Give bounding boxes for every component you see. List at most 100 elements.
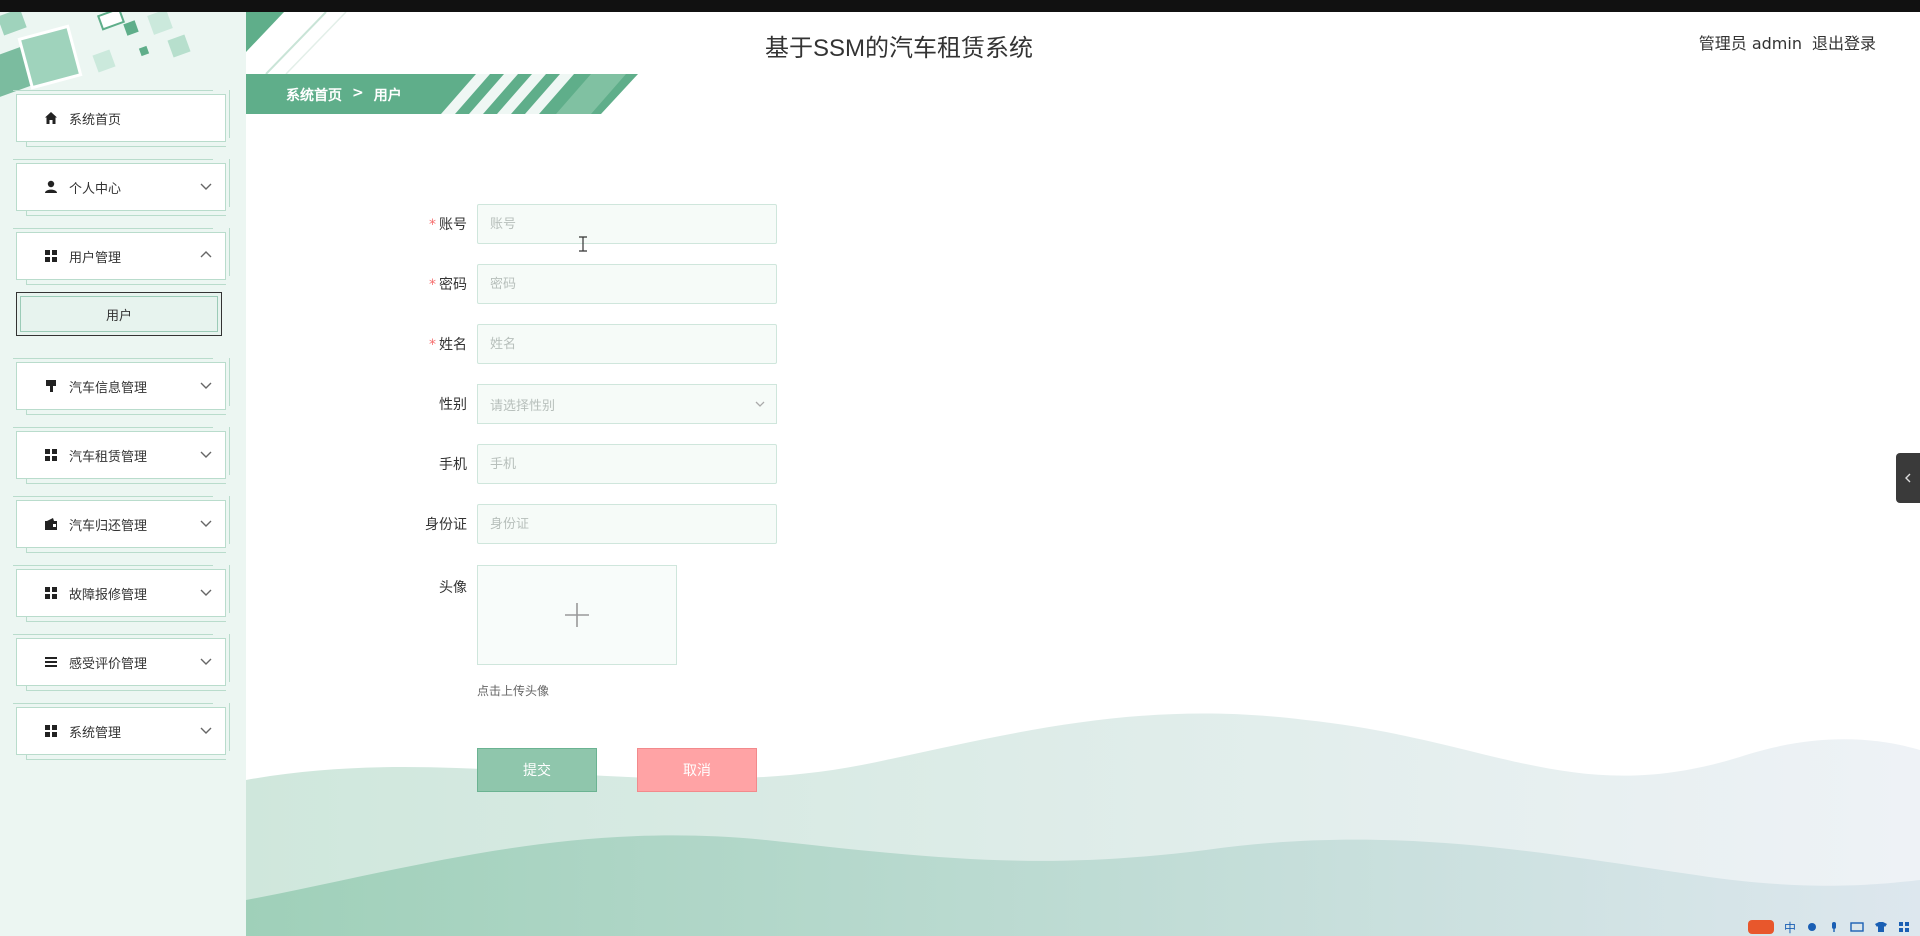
sidebar-item-home[interactable]: 系统首页	[13, 90, 230, 147]
sidebar-item-label: 汽车归还管理	[69, 518, 148, 534]
sidebar-item-home-box[interactable]: 系统首页	[13, 90, 230, 142]
sidebar-item-car-info[interactable]: 汽车信息管理	[13, 358, 230, 415]
menu-item-decor	[26, 210, 226, 216]
sidebar-item-label: 感受评价管理	[69, 656, 148, 672]
sidebar-item-feedback[interactable]: 感受评价管理	[13, 634, 230, 691]
breadcrumb-separator: >	[352, 85, 364, 101]
submenu-item-user[interactable]: 用户	[16, 292, 228, 336]
form-row-phone: 手机	[400, 444, 777, 484]
idcard-label: 身份证	[425, 517, 467, 533]
form-row-account: * 账号	[400, 204, 777, 244]
breadcrumb-items: 系统首页 > 用户	[286, 85, 402, 105]
microphone-icon[interactable]	[1828, 921, 1840, 933]
sidebar-item-car-rental-box[interactable]: 汽车租赁管理	[13, 427, 230, 479]
side-panel-toggle[interactable]	[1896, 453, 1920, 503]
sidebar-item-car-return-box[interactable]: 汽车归还管理	[13, 496, 230, 548]
name-input[interactable]	[477, 324, 777, 364]
phone-label: 手机	[439, 457, 467, 473]
menu-item-decor	[26, 141, 226, 147]
ime-mode-indicator[interactable]: 中	[1784, 919, 1796, 936]
menu-item-decor	[26, 754, 226, 760]
chevron-down-icon	[200, 382, 212, 389]
ime-logo-icon	[1748, 920, 1774, 934]
sidebar-item-system-management[interactable]: 系统管理	[13, 703, 230, 760]
grid-icon	[43, 723, 59, 739]
required-mark: *	[429, 217, 436, 233]
apps-icon[interactable]	[1898, 921, 1910, 933]
chevron-left-icon	[1905, 473, 1911, 483]
grid-icon	[43, 447, 59, 463]
sidebar-item-personal-center-box[interactable]: 个人中心	[13, 159, 230, 211]
logout-link[interactable]: 退出登录	[1812, 30, 1876, 54]
account-input[interactable]	[477, 204, 777, 244]
name-label-text: 姓名	[439, 337, 467, 353]
password-label-text: 密码	[439, 277, 467, 293]
sidebar-menu: 系统首页 个人中心 用户管理 用户 汽车信息管理 汽车租赁管理 汽车归还管理 故…	[13, 90, 230, 776]
account-label-text: 账号	[439, 217, 467, 233]
sidebar-item-label: 用户管理	[69, 250, 122, 266]
sidebar: 系统首页 个人中心 用户管理 用户 汽车信息管理 汽车租赁管理 汽车归还管理 故…	[0, 12, 246, 936]
chevron-down-icon	[755, 401, 765, 407]
idcard-input[interactable]	[477, 504, 777, 544]
sidebar-item-car-info-box[interactable]: 汽车信息管理	[13, 358, 230, 410]
sidebar-item-user-management[interactable]: 用户管理	[13, 228, 230, 285]
submenu-item-label: 用户	[105, 308, 132, 324]
screen-top-bar	[0, 0, 1920, 12]
menu-item-decor	[26, 547, 226, 553]
sidebar-item-feedback-box[interactable]: 感受评价管理	[13, 634, 230, 686]
sidebar-item-label: 汽车租赁管理	[69, 449, 148, 465]
menu-item-decor	[26, 478, 226, 484]
gender-select[interactable]: 请选择性别	[477, 384, 777, 424]
chevron-up-icon	[200, 251, 212, 258]
page-title: 基于SSM的汽车租赁系统	[764, 35, 1033, 62]
moon-icon[interactable]	[1806, 921, 1818, 933]
chevron-down-icon	[200, 183, 212, 190]
user-area: 管理员 admin 退出登录	[1699, 30, 1876, 54]
brush-icon	[43, 378, 59, 394]
grid-icon	[43, 248, 59, 264]
breadcrumb: 系统首页 > 用户	[246, 74, 638, 114]
gender-select-placeholder: 请选择性别	[490, 398, 556, 414]
upload-avatar-tip: 点击上传头像	[477, 684, 550, 698]
menu-item-decor	[26, 409, 226, 415]
sidebar-item-fault-repair-box[interactable]: 故障报修管理	[13, 565, 230, 617]
avatar-label: 头像	[439, 580, 467, 596]
sidebar-item-system-management-box[interactable]: 系统管理	[13, 703, 230, 755]
required-mark: *	[429, 337, 436, 353]
sidebar-item-fault-repair[interactable]: 故障报修管理	[13, 565, 230, 622]
gender-label: 性别	[439, 397, 467, 413]
sidebar-item-user-management-box[interactable]: 用户管理	[13, 228, 230, 280]
background-waves	[246, 713, 1920, 936]
chevron-down-icon	[200, 727, 212, 734]
menu-item-decor	[26, 685, 226, 691]
account-label: * 账号	[400, 214, 467, 234]
keyboard-icon[interactable]	[1850, 921, 1864, 933]
chevron-down-icon	[200, 451, 212, 458]
sidebar-item-label: 系统管理	[69, 725, 122, 741]
submenu-item-user-box[interactable]: 用户	[16, 292, 222, 336]
name-label: * 姓名	[400, 334, 467, 354]
home-icon	[43, 110, 59, 126]
system-tray: 中	[1740, 918, 1920, 936]
sidebar-item-car-rental[interactable]: 汽车租赁管理	[13, 427, 230, 484]
chevron-down-icon	[200, 520, 212, 527]
submit-button[interactable]: 提交	[477, 748, 597, 792]
sidebar-item-label: 故障报修管理	[69, 587, 148, 603]
breadcrumb-home[interactable]: 系统首页	[286, 85, 342, 105]
grid-icon	[43, 585, 59, 601]
wallet-icon	[43, 516, 59, 532]
required-mark: *	[429, 277, 436, 293]
password-input[interactable]	[477, 264, 777, 304]
sidebar-item-personal-center[interactable]: 个人中心	[13, 159, 230, 216]
list-icon	[43, 654, 59, 670]
menu-item-decor	[26, 279, 226, 285]
sidebar-item-label: 汽车信息管理	[69, 380, 148, 396]
text-cursor-icon	[579, 236, 587, 252]
phone-input[interactable]	[477, 444, 777, 484]
shirt-icon[interactable]	[1874, 921, 1888, 933]
sidebar-item-car-return[interactable]: 汽车归还管理	[13, 496, 230, 553]
cancel-button[interactable]: 取消	[637, 748, 757, 792]
breadcrumb-current: 用户	[373, 88, 402, 104]
form-row-gender: 性别 请选择性别	[400, 384, 777, 424]
avatar-uploader[interactable]	[477, 565, 677, 665]
